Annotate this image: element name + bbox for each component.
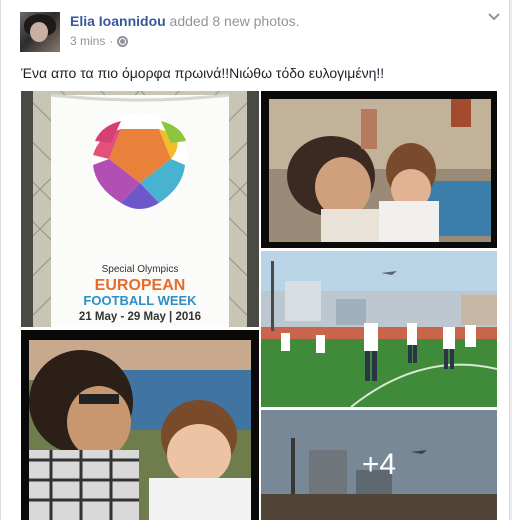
photo-mother-child-2[interactable] <box>21 330 259 520</box>
banner-line-3: FOOTBALL WEEK <box>83 293 197 308</box>
photo-more-overlay[interactable]: +4 <box>261 410 497 520</box>
photo-mother-child-1[interactable] <box>261 91 497 248</box>
photo-banner[interactable]: Special Olympics EUROPEAN FOOTBALL WEEK … <box>21 91 259 327</box>
meta-separator: · <box>109 34 114 48</box>
banner-line-4: 21 May - 29 May | 2016 <box>79 311 201 323</box>
chevron-down-icon[interactable] <box>487 10 501 24</box>
more-photos-count: +4 <box>261 410 497 520</box>
banner-line-1: Special Olympics <box>102 264 179 275</box>
post-status-text: Ένα απο τα πιο όμορφα πρωινά!!Νιώθω τόδο… <box>21 65 385 81</box>
banner-line-2: EUROPEAN <box>95 277 186 294</box>
post-card: Elia Ioannidou added 8 new photos. 3 min… <box>0 0 510 520</box>
post-meta: 3 mins · <box>70 34 129 48</box>
post-action-text: added 8 new photos. <box>165 13 300 29</box>
post-timestamp[interactable]: 3 mins <box>70 34 105 48</box>
author-name-link[interactable]: Elia Ioannidou <box>70 13 166 29</box>
globe-icon[interactable] <box>117 35 129 47</box>
photo-football-field[interactable] <box>261 251 497 407</box>
author-avatar[interactable] <box>20 12 60 52</box>
post-header: Elia Ioannidou added 8 new photos. <box>70 13 300 29</box>
